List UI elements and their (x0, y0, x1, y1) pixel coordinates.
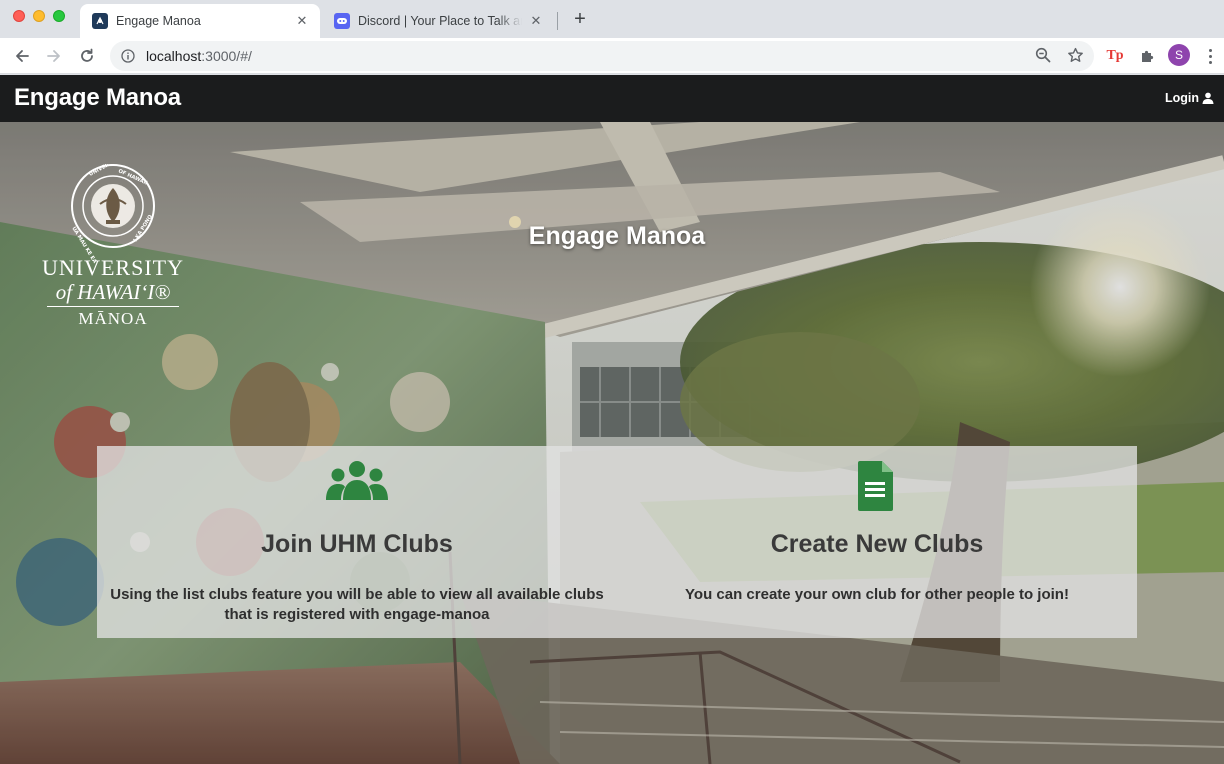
join-clubs-description: Using the list clubs feature you will be… (110, 586, 604, 623)
browser-menu-icon[interactable] (1203, 45, 1217, 67)
tab-separator (557, 12, 558, 30)
tab-engage-manoa[interactable]: Engage Manoa ✕ (80, 4, 320, 38)
window-maximize-button[interactable] (53, 10, 65, 22)
address-bar[interactable]: localhost:3000/#/ (110, 41, 1094, 71)
discord-favicon-icon (334, 13, 350, 29)
join-clubs-heading: Join UHM Clubs (261, 530, 453, 558)
forward-arrow-icon[interactable] (42, 44, 66, 68)
logo-line-university: UNIVERSITY (42, 255, 184, 280)
create-clubs-heading: Create New Clubs (770, 530, 984, 558)
browser-toolbar: localhost:3000/#/ Tp (0, 38, 1224, 74)
create-clubs-description: You can create your own club for other p… (685, 586, 1069, 603)
new-tab-button[interactable]: + (569, 9, 591, 31)
url-text: localhost:3000/#/ (146, 48, 252, 64)
site-navbar: Engage Manoa Login (0, 75, 1224, 122)
window-minimize-button[interactable] (33, 10, 45, 22)
react-favicon-icon (92, 13, 108, 29)
tab-close-icon[interactable]: ✕ (294, 13, 310, 29)
extensions-puzzle-icon[interactable] (1135, 44, 1159, 68)
feature-join-clubs: Join UHM Clubs Using the list clubs feat… (97, 446, 617, 638)
user-icon (1202, 92, 1214, 104)
tab-discord[interactable]: Discord | Your Place to Talk and Hang Ou… (322, 4, 554, 38)
document-icon (858, 461, 893, 511)
login-label: Login (1164, 91, 1199, 105)
reload-icon[interactable] (75, 44, 99, 68)
site-info-icon[interactable] (120, 48, 136, 64)
hero-title: Engage Manoa (528, 222, 706, 250)
svg-text:I KA PONO: I KA PONO (133, 213, 155, 243)
logo-line-manoa: MĀNOA (78, 309, 148, 328)
extension-tp-icon[interactable]: Tp (1103, 44, 1127, 68)
features-panel: Join UHM Clubs Using the list clubs feat… (97, 446, 1137, 638)
window-close-button[interactable] (13, 10, 25, 22)
zoom-icon[interactable] (1032, 44, 1054, 66)
users-icon (326, 461, 388, 500)
feature-create-clubs: Create New Clubs You can create your own… (617, 446, 1137, 638)
hero-section: UNIVERSITY OF HAWAII UA MAU KE EA I KA P… (0, 122, 1224, 764)
profile-avatar[interactable]: S (1168, 44, 1190, 66)
page-viewport: Engage Manoa Login UNIVERSITY OF HAWAII … (0, 75, 1224, 764)
logo-line-of-hawaii: of HAWAIʻI® (55, 280, 171, 304)
login-button[interactable]: Login (1165, 91, 1214, 105)
tab-title: Discord | Your Place to Talk and Hang Ou… (358, 14, 522, 28)
university-of-hawaii-logo: UNIVERSITY OF HAWAII UA MAU KE EA I KA P… (38, 156, 188, 334)
browser-tab-strip: Engage Manoa ✕ Discord | Your Place to T… (0, 0, 1224, 38)
logo-divider (47, 306, 179, 307)
tab-title: Engage Manoa (116, 14, 201, 28)
site-brand-link[interactable]: Engage Manoa (14, 84, 181, 112)
back-arrow-icon[interactable] (10, 44, 34, 68)
bookmark-star-icon[interactable] (1064, 44, 1086, 66)
tab-close-icon[interactable]: ✕ (528, 13, 544, 29)
